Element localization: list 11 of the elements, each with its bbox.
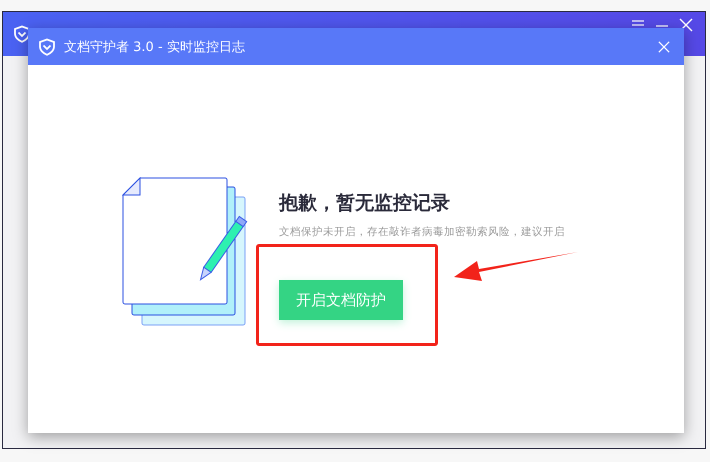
warning-message: 文档保护未开启，存在敲诈者病毒加密勒索风险，建议开启: [279, 225, 565, 239]
close-icon: [658, 40, 670, 52]
minimize-icon: [655, 25, 669, 27]
close-button[interactable]: [656, 38, 672, 54]
enable-protection-button[interactable]: 开启文档防护: [279, 280, 403, 320]
empty-heading: 抱歉，暂无监控记录: [279, 191, 450, 216]
shield-icon: [38, 38, 56, 56]
shield-icon: [13, 25, 31, 43]
close-button[interactable]: [677, 16, 695, 34]
close-icon: [679, 18, 693, 32]
dialog-title: 文档守护者 3.0 - 实时监控日志: [64, 38, 245, 56]
